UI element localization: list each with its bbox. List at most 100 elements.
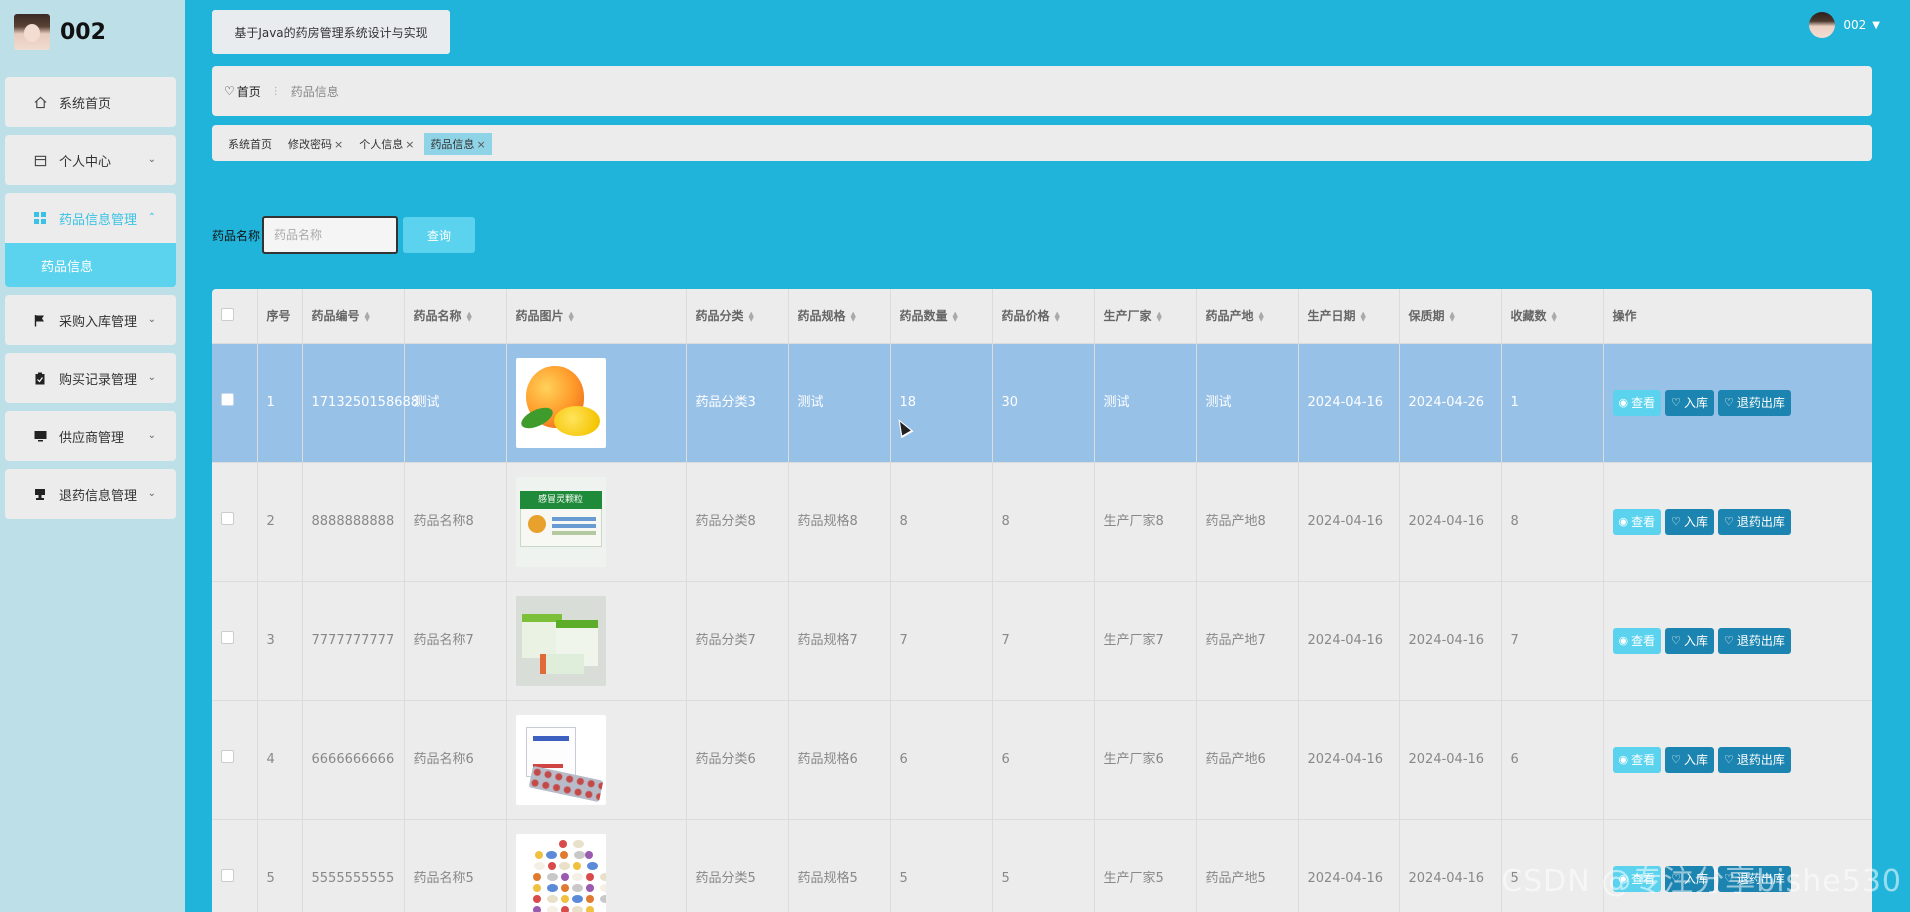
heart-icon: ♡: [1724, 515, 1734, 528]
user-menu[interactable]: 002 ▼: [1809, 12, 1880, 38]
sidebar-subitem-drug-info[interactable]: 药品信息: [5, 243, 176, 287]
return-out-button[interactable]: ♡ 退药出库: [1718, 865, 1791, 892]
stock-in-button[interactable]: ♡ 入库: [1665, 746, 1715, 773]
col-header[interactable]: 收藏数 ▲ ▼: [1501, 289, 1604, 344]
view-button[interactable]: ◉ 查看: [1612, 865, 1662, 892]
col-header[interactable]: 保质期 ▲ ▼: [1399, 289, 1502, 344]
cell-actions: ◉ 查看 ♡ 入库 ♡ 退药出库: [1603, 700, 1872, 820]
sort-icon: ▲ ▼: [1156, 309, 1162, 323]
return-out-button[interactable]: ♡ 退药出库: [1718, 508, 1791, 535]
pill-shape: [572, 861, 581, 870]
breadcrumb-home[interactable]: ♡ 首页: [224, 83, 261, 100]
cell-name: 药品名称5: [404, 819, 507, 912]
col-header[interactable]: 生产厂家 ▲ ▼: [1094, 289, 1197, 344]
cell-date: 2024-04-16: [1298, 343, 1400, 463]
cell-actions: ◉ 查看 ♡ 入库 ♡ 退药出库: [1603, 462, 1872, 582]
cell-fav: 5: [1501, 819, 1604, 912]
cell-qty: 7: [890, 581, 993, 701]
row-select-cell: [212, 581, 258, 701]
return-out-button[interactable]: ♡ 退药出库: [1718, 746, 1791, 773]
row-checkbox[interactable]: [221, 749, 234, 763]
return-out-label: 退药出库: [1736, 872, 1785, 886]
close-icon[interactable]: ×: [476, 138, 485, 151]
col-header[interactable]: 药品名称 ▲ ▼: [404, 289, 507, 344]
view-label: 查看: [1631, 634, 1656, 648]
sidebar-item-purchase[interactable]: 采购入库管理 ⌄: [5, 295, 176, 345]
row-checkbox[interactable]: [221, 630, 234, 644]
view-button[interactable]: ◉ 查看: [1612, 746, 1662, 773]
pill-shape: [546, 894, 558, 903]
pill-shape: [560, 894, 569, 903]
tab-drug-info[interactable]: 药品信息 ×: [424, 133, 492, 155]
sidebar-item-purchase-records[interactable]: 购买记录管理 ⌄: [5, 353, 176, 403]
breadcrumb-home-label: 首页: [236, 84, 261, 99]
chevron-up-icon: ⌃: [147, 211, 156, 223]
return-out-button[interactable]: ♡ 退药出库: [1718, 627, 1791, 654]
pill-shape: [599, 872, 606, 881]
col-header[interactable]: 药品图片 ▲ ▼: [506, 289, 687, 344]
stock-in-button[interactable]: ♡ 入库: [1665, 865, 1715, 892]
tab-change-password[interactable]: 修改密码 ×: [282, 133, 349, 155]
col-header-label: 药品产地: [1205, 309, 1254, 324]
close-icon[interactable]: ×: [334, 138, 343, 151]
col-header[interactable]: 药品分类 ▲ ▼: [686, 289, 789, 344]
col-header[interactable]: 药品价格 ▲ ▼: [992, 289, 1095, 344]
table-row[interactable]: 3 7777777777 药品名称7 药品分类7 药品规格7 7 7 生产厂家7 药品产地7 20…: [212, 581, 1872, 701]
sidebar-item-profile[interactable]: 个人中心 ⌄: [5, 135, 176, 185]
col-header-label: 生产厂家: [1103, 309, 1152, 324]
stock-in-button[interactable]: ♡ 入库: [1665, 389, 1715, 416]
row-checkbox[interactable]: [221, 392, 234, 406]
view-button[interactable]: ◉ 查看: [1612, 389, 1662, 416]
pill-shape: [571, 905, 583, 912]
row-checkbox[interactable]: [221, 868, 234, 882]
sidebar-item-suppliers[interactable]: 供应商管理 ⌄: [5, 411, 176, 461]
col-header-label: 药品分类: [695, 309, 744, 324]
sidebar-item-drug-info-manage[interactable]: 药品信息管理 ⌃: [5, 193, 176, 243]
select-all-checkbox[interactable]: [221, 307, 234, 321]
cell-price: 8: [992, 462, 1095, 582]
row-select-cell: [212, 819, 258, 912]
drug-name-input[interactable]: [262, 216, 399, 254]
sidebar-item-home[interactable]: 系统首页: [5, 77, 176, 127]
cell-no: 1: [257, 343, 303, 463]
drug-image-mango: [515, 357, 606, 448]
col-header: 操作: [1603, 289, 1872, 344]
table-row[interactable]: 5 5555555555 药品名称5 药品分类5 药品规格5 5 5 生产厂家5 药品产地5 20…: [212, 819, 1872, 912]
stock-in-button[interactable]: ♡ 入库: [1665, 627, 1715, 654]
return-out-button[interactable]: ♡ 退药出库: [1718, 389, 1791, 416]
cell-expiry: 2024-04-16: [1399, 700, 1502, 820]
stock-in-button[interactable]: ♡ 入库: [1665, 508, 1715, 535]
table-row[interactable]: 4 6666666666 药品名称6 药品分类6 药品规格6 6 6 生产厂家6 药品产地6 20…: [212, 700, 1872, 820]
cell-date: 2024-04-16: [1298, 700, 1400, 820]
sidebar-menu: 系统首页 个人中心 ⌄ 药品信息管理 ⌃ 药品信息 采购入库管理 ⌄ 购买记录管…: [5, 77, 176, 527]
col-header[interactable]: 药品规格 ▲ ▼: [788, 289, 891, 344]
tab-personal-info[interactable]: 个人信息 ×: [353, 133, 420, 155]
pill-shape: [599, 894, 606, 903]
col-header[interactable]: 药品产地 ▲ ▼: [1196, 289, 1299, 344]
col-header[interactable]: 药品数量 ▲ ▼: [890, 289, 993, 344]
pill-shape: [571, 872, 583, 881]
table-row[interactable]: 2 8888888888 药品名称8 感冒灵颗粒 药品分类8 药品规格8 8 8 生产厂家8 药品…: [212, 462, 1872, 582]
col-header[interactable]: 生产日期 ▲ ▼: [1298, 289, 1400, 344]
close-icon[interactable]: ×: [405, 138, 414, 151]
view-button[interactable]: ◉ 查看: [1612, 627, 1662, 654]
cell-fav: 8: [1501, 462, 1604, 582]
query-button[interactable]: 查询: [403, 217, 476, 253]
row-checkbox[interactable]: [221, 511, 234, 525]
cell-code: 1713250158688: [302, 343, 419, 463]
pill-shape: [534, 850, 543, 859]
sidebar-item-label: 个人中心: [59, 154, 112, 170]
cell-maker: 测试: [1094, 343, 1197, 463]
cell-maker: 生产厂家8: [1094, 462, 1197, 582]
sidebar-item-returns[interactable]: 退药信息管理 ⌄: [5, 469, 176, 519]
sort-icon: ▲ ▼: [568, 309, 574, 323]
search-label: 药品名称: [212, 228, 261, 243]
table-row[interactable]: 1 1713250158688 测试 药品分类3 测试 18 30 测试 测试 2024-04-1…: [212, 343, 1872, 463]
chevron-down-icon: ⌄: [147, 487, 156, 499]
heart-icon: ♡: [1671, 396, 1681, 409]
cell-origin: 药品产地5: [1196, 819, 1299, 912]
col-header[interactable]: 药品编号 ▲ ▼: [302, 289, 405, 344]
tab-home[interactable]: 系统首页: [222, 133, 278, 155]
view-button[interactable]: ◉ 查看: [1612, 508, 1662, 535]
cell-price: 6: [992, 700, 1095, 820]
